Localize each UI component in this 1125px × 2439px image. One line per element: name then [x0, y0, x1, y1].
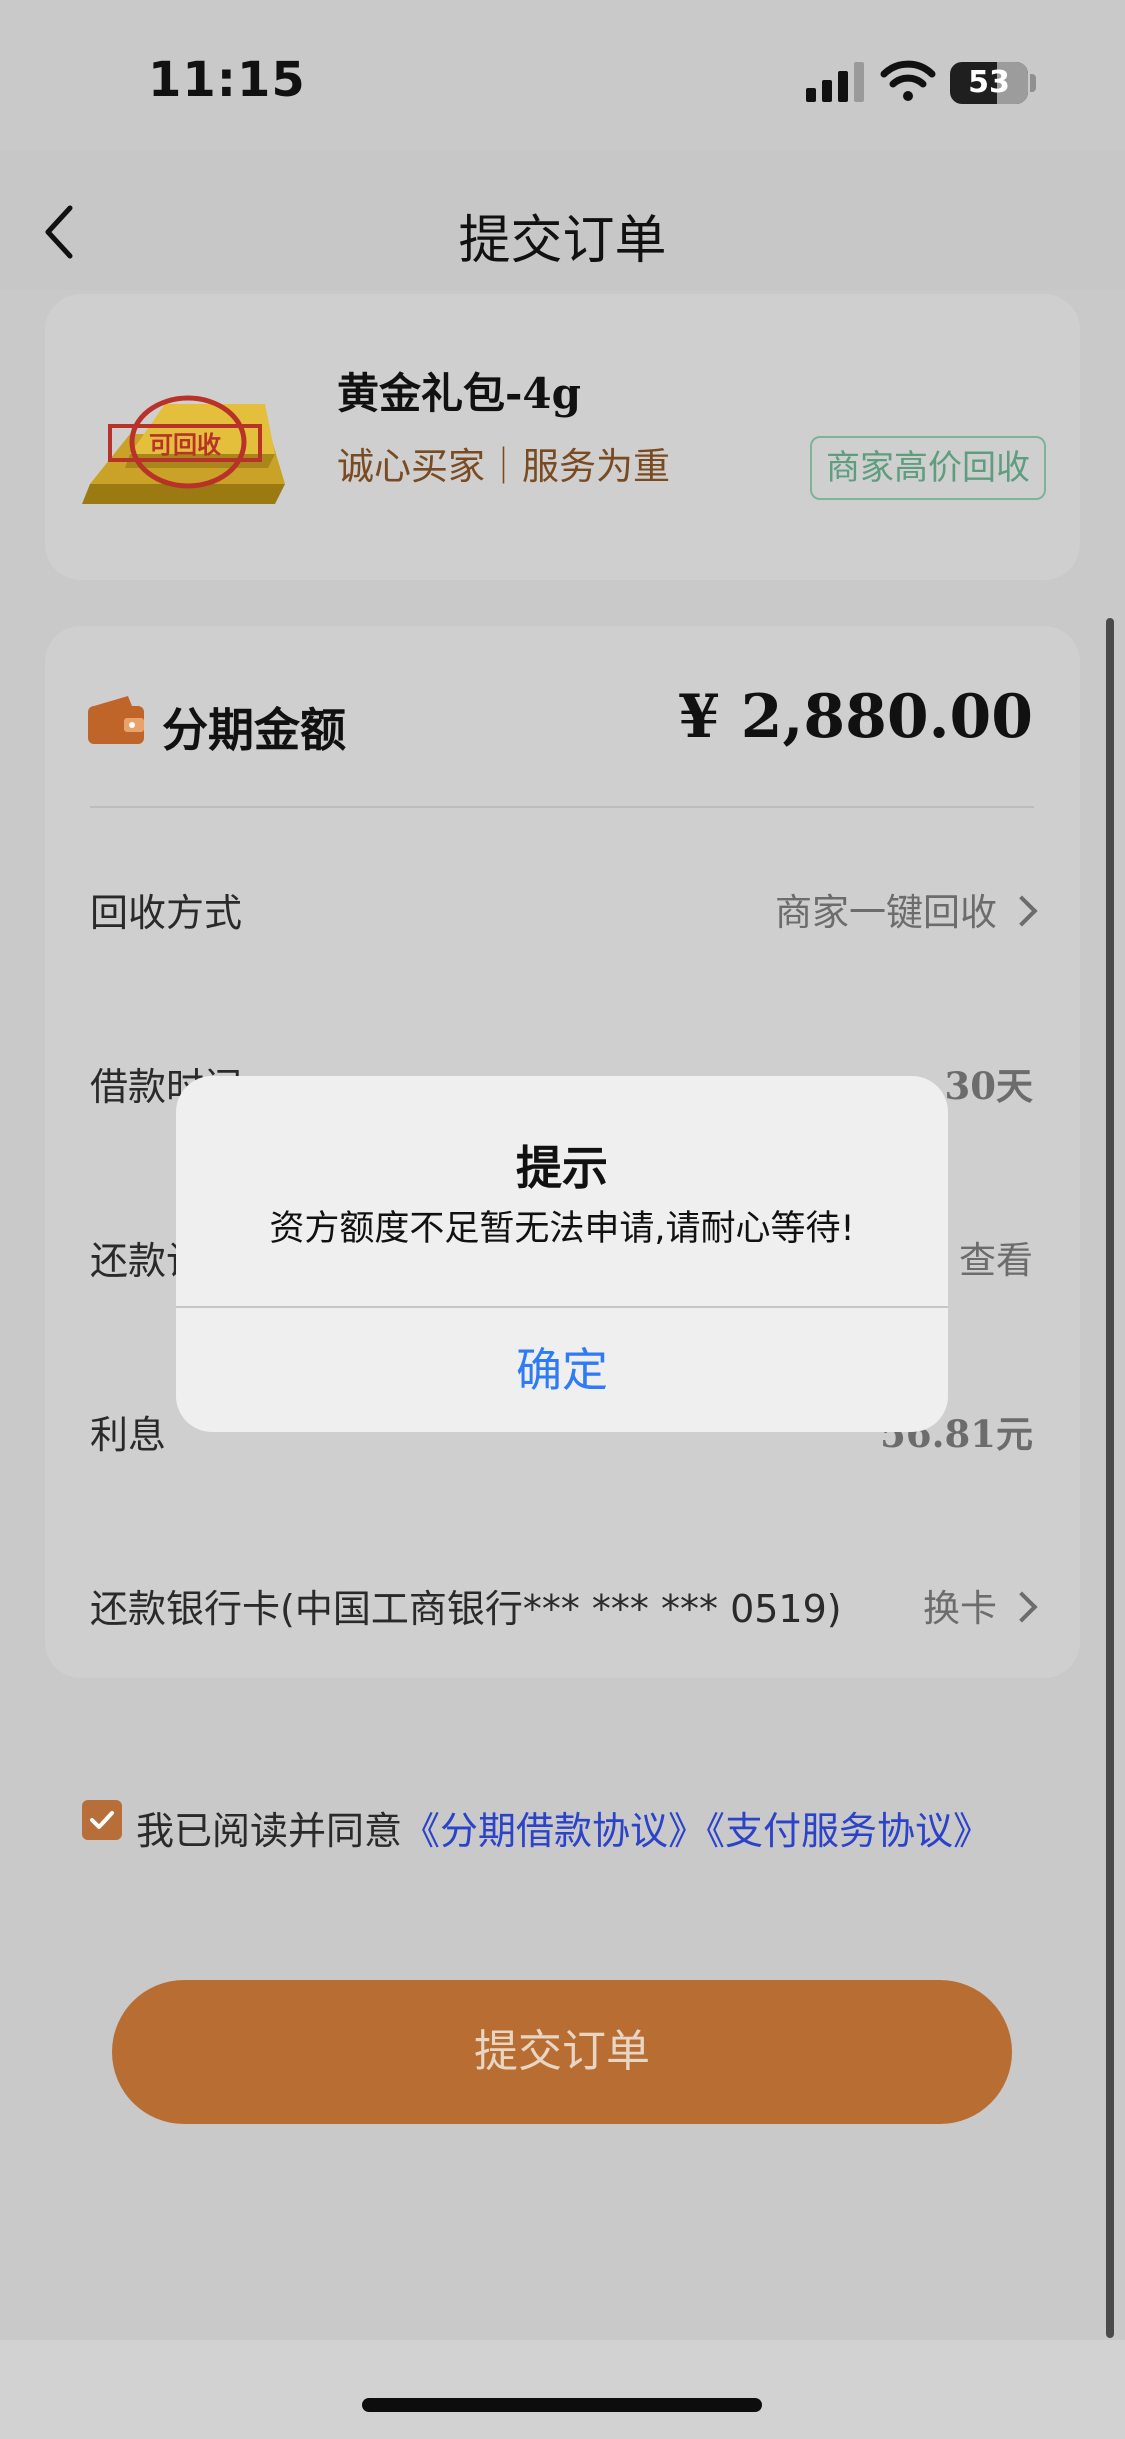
battery-icon: 53	[950, 62, 1028, 104]
recycle-method-text: 商家一键回收	[775, 891, 997, 934]
page-title: 提交订单	[458, 211, 667, 271]
stamp-text: 可回收	[149, 431, 221, 459]
agreement-prefix: 我已阅读并同意	[136, 1809, 403, 1853]
repayment-plan-view[interactable]: 查看	[959, 1230, 1033, 1284]
change-card-button[interactable]: 换卡	[923, 1578, 1038, 1632]
battery-tip	[1030, 74, 1036, 92]
wifi-icon	[880, 60, 936, 101]
confirm-button[interactable]: 确定	[176, 1308, 948, 1432]
scrollbar[interactable]	[1106, 618, 1114, 2338]
chevron-right-icon	[1006, 894, 1038, 927]
interest-label: 利息	[90, 1413, 167, 1457]
gold-bar-image: 可回收	[82, 395, 285, 504]
recycle-method-value[interactable]: 商家一键回收	[775, 882, 1038, 936]
submit-order-button[interactable]: 提交订单	[112, 1980, 1012, 2124]
installment-amount-label: 分期金额	[162, 703, 346, 757]
dialog-message: 资方额度不足暂无法申请,请耐心等待!	[269, 1209, 855, 1249]
installment-agreement-link[interactable]: 《分期借款协议》	[402, 1809, 706, 1853]
status-time: 11:15	[148, 52, 306, 108]
dialog-title: 提示	[516, 1141, 608, 1195]
wallet-icon	[88, 696, 144, 744]
loan-term-value: 30天	[944, 1064, 1034, 1108]
agreement-text: 我已阅读并同意《分期借款协议》《支付服务协议》	[136, 1800, 991, 1855]
agreement-checkbox[interactable]	[82, 1800, 122, 1840]
installment-amount-value: ¥ 2,880.00	[678, 682, 1033, 752]
divider	[90, 806, 1034, 808]
product-slogan: 诚心买家｜服务为重	[337, 445, 670, 488]
bottom-safe-area	[0, 2340, 1125, 2439]
home-indicator[interactable]	[362, 2398, 762, 2412]
alert-dialog: 提示 资方额度不足暂无法申请,请耐心等待! 确定	[176, 1076, 948, 1432]
recycle-method-label: 回收方式	[90, 891, 243, 935]
change-card-text: 换卡	[923, 1587, 997, 1630]
payment-agreement-link[interactable]: 《支付服务协议》	[706, 1809, 991, 1853]
product-name: 黄金礼包-4g	[337, 369, 582, 418]
battery-level: 53	[968, 65, 1010, 100]
recycle-badge: 商家高价回收	[810, 436, 1046, 500]
chevron-right-icon	[1006, 1590, 1038, 1623]
cellular-signal-icon	[806, 62, 864, 102]
bank-card-label: 还款银行卡(中国工商银行*** *** *** 0519)	[90, 1587, 842, 1631]
checkmark-icon	[90, 1811, 114, 1829]
